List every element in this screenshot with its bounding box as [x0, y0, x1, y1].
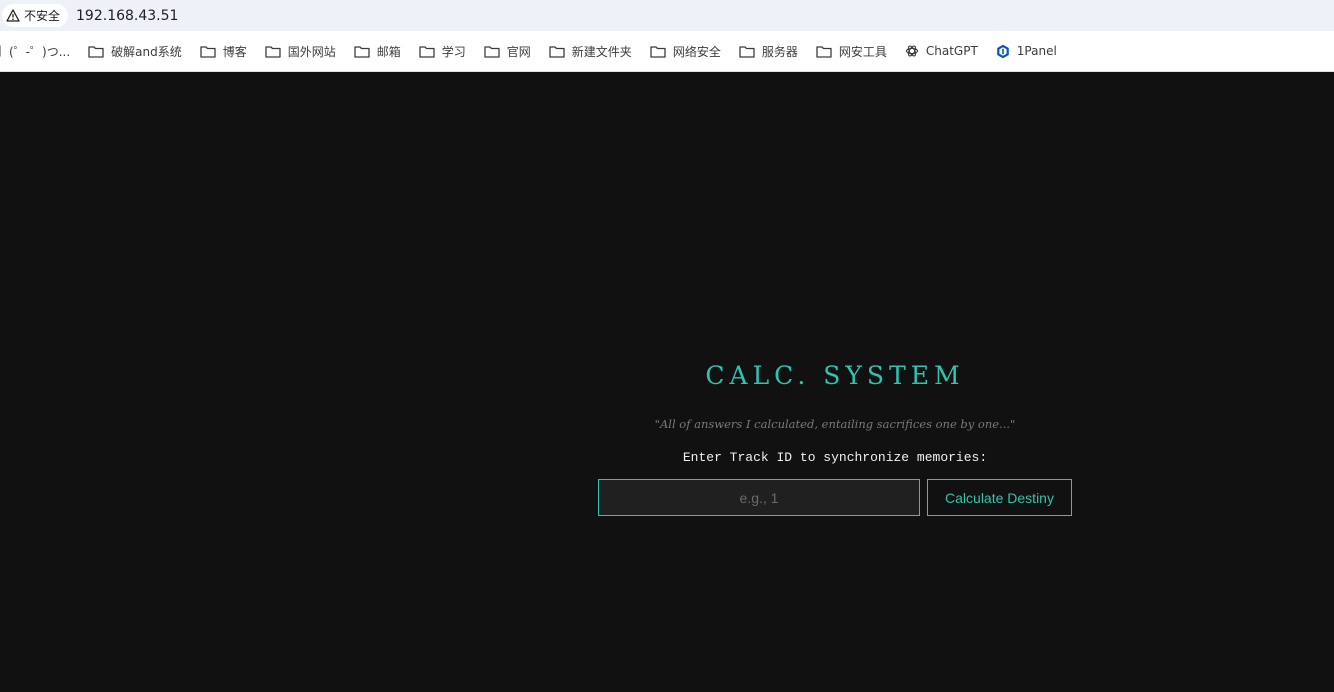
page-body: CALC. SYSTEM "All of answers I calculate…	[0, 73, 1334, 692]
calculate-destiny-button[interactable]: Calculate Destiny	[927, 479, 1072, 516]
bookmark-label: (゜-゜)つ...	[9, 44, 71, 59]
security-indicator[interactable]: 不安全	[2, 4, 69, 27]
bookmark-page-icon	[0, 45, 2, 57]
bookmark-label: ChatGPT	[925, 44, 978, 58]
bookmark-label: 博客	[222, 44, 247, 59]
tagline-quote: "All of answers I calculated, entailing …	[654, 417, 1016, 431]
1panel-icon	[996, 44, 1010, 59]
bookmark-chatgpt[interactable]: ChatGPT	[896, 37, 987, 65]
bookmark-label: 网安工具	[838, 44, 887, 59]
bookmark-folder[interactable]: 博客	[191, 37, 256, 65]
bookmark-label: 破解and系统	[111, 44, 182, 59]
folder-icon	[650, 45, 666, 58]
folder-icon	[549, 45, 565, 58]
bookmark-folder[interactable]: 网络安全	[641, 37, 730, 65]
warning-triangle-icon	[6, 9, 20, 22]
bookmark-folder[interactable]: 服务器	[730, 37, 807, 65]
openai-icon	[905, 44, 919, 58]
url-text[interactable]: 192.168.43.51	[76, 8, 178, 24]
bookmark-label: 邮箱	[376, 44, 401, 59]
bookmarks-bar: (゜-゜)つ... 破解and系统 博客 国外网站 邮箱 学习 官网 新建文件夹…	[0, 31, 1334, 72]
bookmark-folder[interactable]: 网安工具	[807, 37, 896, 65]
browser-address-bar: 不安全 192.168.43.51	[0, 0, 1334, 31]
track-id-input[interactable]	[598, 479, 920, 516]
track-id-prompt: Enter Track ID to synchronize memories:	[682, 450, 988, 465]
security-label: 不安全	[24, 9, 61, 23]
folder-icon	[265, 45, 281, 58]
bookmark-label: 学习	[441, 44, 466, 59]
bookmark-folder[interactable]: 破解and系统	[79, 37, 191, 65]
bookmark-folder[interactable]: 官网	[475, 37, 540, 65]
track-form: Calculate Destiny	[598, 479, 1072, 516]
bookmark-label: 新建文件夹	[571, 44, 632, 59]
folder-icon	[484, 45, 500, 58]
bookmark-label: 1Panel	[1016, 44, 1057, 58]
folder-icon	[419, 45, 435, 58]
bookmark-label: 国外网站	[287, 44, 336, 59]
folder-icon	[354, 45, 370, 58]
folder-icon	[816, 45, 832, 58]
bookmark-folder[interactable]: 邮箱	[345, 37, 410, 65]
folder-icon	[200, 45, 216, 58]
bookmark-label: 服务器	[761, 44, 798, 59]
bookmark-1panel[interactable]: 1Panel	[987, 37, 1066, 65]
calc-panel: CALC. SYSTEM "All of answers I calculate…	[598, 356, 1072, 516]
bookmark-item[interactable]: (゜-゜)つ...	[0, 37, 79, 65]
bookmark-folder[interactable]: 国外网站	[256, 37, 345, 65]
bookmark-folder[interactable]: 学习	[410, 37, 475, 65]
folder-icon	[739, 45, 755, 58]
bookmark-folder[interactable]: 新建文件夹	[540, 37, 641, 65]
bookmark-label: 官网	[506, 44, 531, 59]
bookmark-label: 网络安全	[672, 44, 721, 59]
folder-icon	[88, 45, 104, 58]
page-title: CALC. SYSTEM	[705, 361, 965, 390]
